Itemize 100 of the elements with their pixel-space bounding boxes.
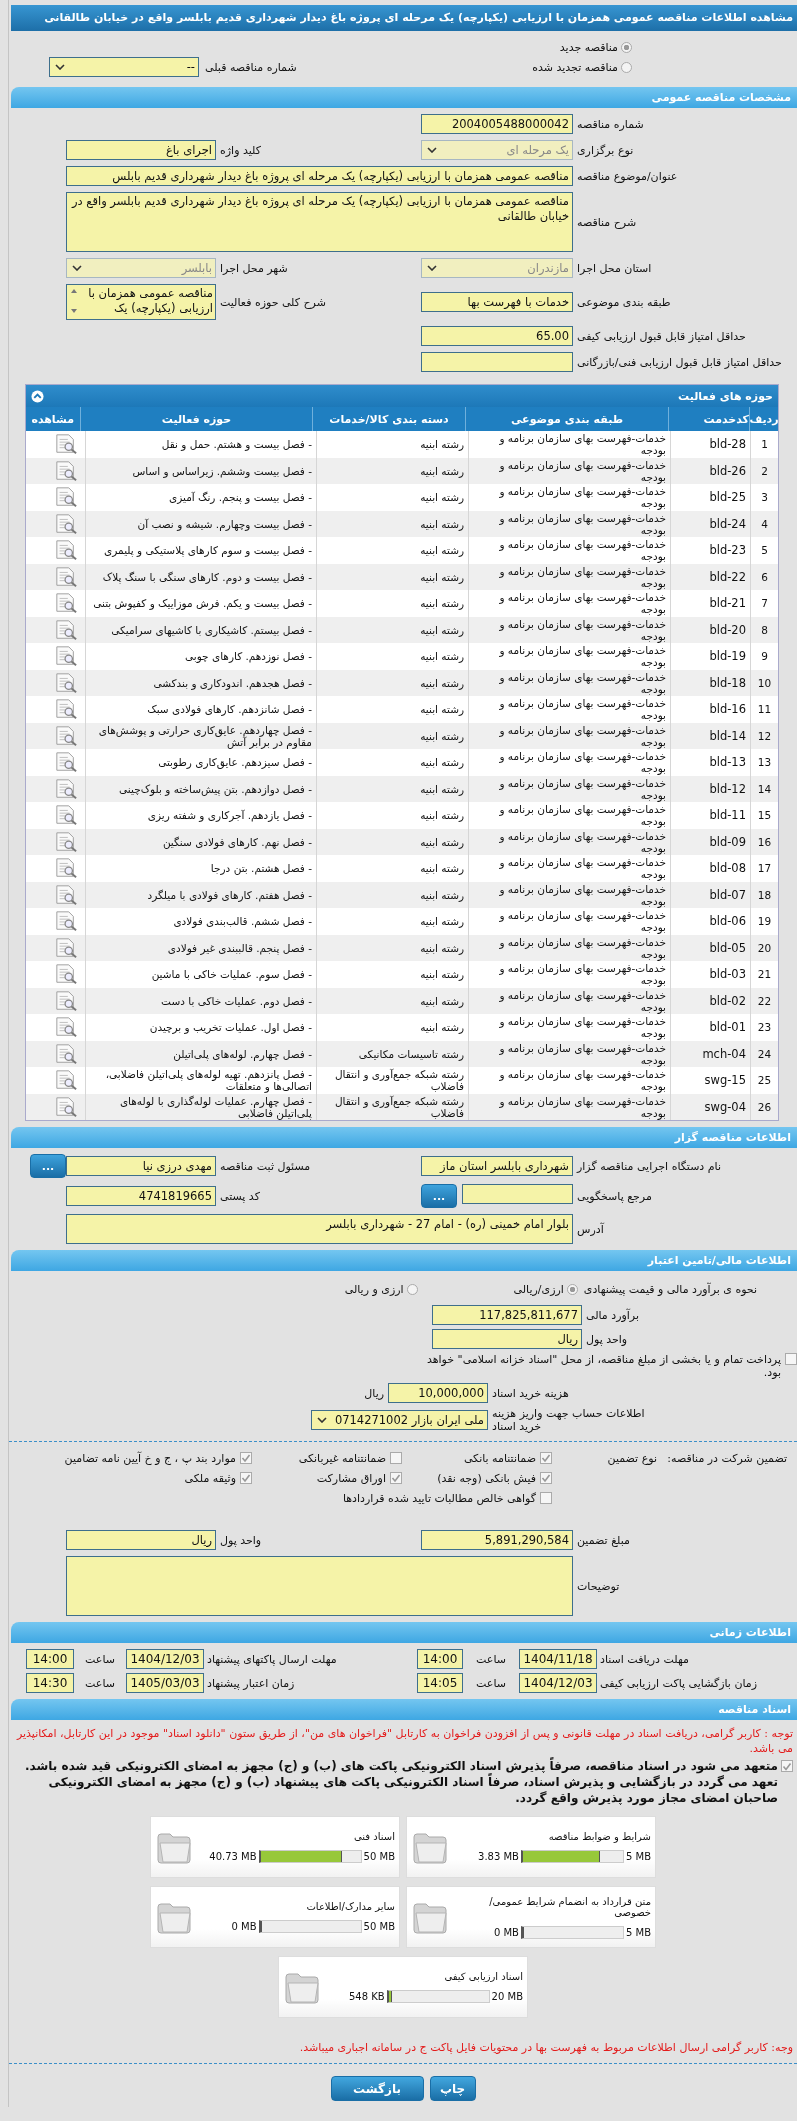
collapse-icon[interactable]: [31, 389, 44, 403]
text-field[interactable]: 65.00: [421, 326, 573, 346]
table-cell: bld-01: [670, 1014, 750, 1041]
time-field[interactable]: 14:00: [26, 1649, 74, 1669]
checkbox[interactable]: [540, 1492, 552, 1504]
radio-label: مناقصه جدید: [559, 40, 618, 54]
view-document-icon[interactable]: [53, 698, 79, 721]
view-document-icon[interactable]: [53, 989, 79, 1012]
table-cell: رشته ابنیه: [316, 537, 468, 564]
checkbox[interactable]: [540, 1472, 552, 1484]
text-field[interactable]: مهدی درزی نیا: [66, 1156, 216, 1176]
notice-text: توجه : کاربر گرامی، دریافت اسناد در مهلت قانونی و پس از افزودن فراخوان به کارتابل "فراخوان های من"، از طریق ستون "دانلود اسناد" موجود در این کارتابل، امکانپذیر می باشد.: [15, 1726, 793, 1756]
radio-button[interactable]: [621, 41, 632, 53]
checkbox[interactable]: [390, 1472, 402, 1484]
view-document-icon[interactable]: [53, 724, 79, 747]
table-cell: - فصل بیست و یکم. فرش موزاییک و کفپوش بتنی: [85, 590, 316, 617]
date-field[interactable]: 1404/12/03: [519, 1673, 597, 1693]
view-document-icon[interactable]: [53, 777, 79, 800]
text-field[interactable]: شهرداری بابلسر استان ماز: [421, 1156, 573, 1176]
document-name: سایر مدارک/اطلاعات: [305, 1901, 395, 1912]
view-document-icon[interactable]: [53, 592, 79, 615]
checkbox[interactable]: [781, 1760, 793, 1772]
browse-button[interactable]: ...: [421, 1184, 457, 1208]
print-button[interactable]: چاپ: [429, 2076, 476, 2101]
view-document-icon[interactable]: [53, 618, 79, 641]
table-cell: 26: [750, 1093, 778, 1120]
view-document-icon[interactable]: [53, 671, 79, 694]
view-document-icon[interactable]: [53, 645, 79, 668]
table-cell: 13: [750, 749, 778, 776]
view-document-icon[interactable]: [53, 830, 79, 853]
dropdown[interactable]: ملی ایران بازار 0714271002: [311, 1410, 488, 1430]
date-field[interactable]: 1405/03/03: [126, 1673, 204, 1693]
view-document-icon[interactable]: [53, 910, 79, 933]
size-limit: 50 MB: [363, 1851, 395, 1862]
text-field[interactable]: 5,891,290,584: [421, 1530, 573, 1550]
page-title: مشاهده اطلاعات مناقصه عمومی همزمان با ارزیابی (یکپارچه) یک مرحله ای پروژه باغ دیدار شهرداری قدیم بابلسر واقع در خیابان طالقانی: [11, 5, 797, 31]
back-button[interactable]: بازگشت: [330, 2076, 424, 2101]
checkbox[interactable]: [540, 1452, 552, 1464]
field-label: برآورد مالی: [585, 1308, 640, 1322]
view-document-icon[interactable]: [53, 565, 79, 588]
list-box[interactable]: مناقصه عمومی همزمان با ارزیابی (یکپارچه) یک: [66, 284, 216, 320]
size-used: 548 KB: [348, 1991, 385, 2002]
text-field[interactable]: 2004005488000042: [421, 114, 573, 134]
radio-button[interactable]: [621, 61, 632, 73]
view-document-icon[interactable]: [53, 1016, 79, 1039]
text-area[interactable]: بلوار امام خمینی (ره) - امام 27 - شهرداری بابلسر: [66, 1214, 573, 1244]
section-header: اسناد مناقصه: [11, 1699, 797, 1720]
field-label: شماره مناقصه قبلی: [205, 60, 297, 74]
text-field[interactable]: 10,000,000: [388, 1383, 488, 1403]
time-field[interactable]: 14:30: [26, 1673, 74, 1693]
view-document-icon[interactable]: [53, 751, 79, 774]
text-area[interactable]: [66, 1556, 573, 1616]
table-cell: bld-11: [670, 802, 750, 829]
text-field[interactable]: مناقصه عمومی همزمان با ارزیابی (یکپارچه) یک مرحله ای پروژه باغ دیدار شهرداری قدیم بابلس: [66, 166, 573, 186]
table-cell: رشته ابنیه: [316, 1014, 468, 1041]
view-document-icon[interactable]: [53, 936, 79, 959]
view-document-icon[interactable]: [53, 857, 79, 880]
view-document-icon[interactable]: [53, 883, 79, 906]
document-name: اسناد ارزیابی کیفی: [443, 1971, 523, 1982]
checkbox[interactable]: [390, 1452, 402, 1464]
table-cell: خدمات-فهرست بهای سازمان برنامه و بودجه: [468, 643, 670, 670]
text-field[interactable]: 117,825,811,677: [432, 1305, 582, 1325]
text-field[interactable]: [421, 352, 573, 372]
dropdown[interactable]: --: [49, 57, 199, 77]
view-document-icon[interactable]: [53, 1042, 79, 1065]
text-field[interactable]: ریال: [66, 1530, 216, 1550]
radio-button[interactable]: [566, 1283, 578, 1295]
browse-button[interactable]: ...: [30, 1154, 66, 1178]
checkbox[interactable]: [785, 1353, 797, 1365]
view-document-icon[interactable]: [53, 1069, 79, 1092]
table-cell: خدمات-فهرست بهای سازمان برنامه و بودجه: [468, 484, 670, 511]
checkbox[interactable]: [240, 1452, 252, 1464]
date-field[interactable]: 1404/11/18: [519, 1649, 597, 1669]
checkbox-label: وثیقه ملکی: [184, 1471, 236, 1485]
view-document-icon[interactable]: [53, 433, 79, 456]
view-document-icon[interactable]: [53, 512, 79, 535]
view-document-icon[interactable]: [53, 804, 79, 827]
text-field[interactable]: [462, 1184, 573, 1204]
field-label: ساعت: [475, 1676, 507, 1690]
time-field[interactable]: 14:05: [417, 1673, 463, 1693]
view-document-icon[interactable]: [53, 486, 79, 509]
text-field[interactable]: ریال: [432, 1329, 582, 1349]
field-label: نوع برگزاری: [576, 143, 635, 157]
field-label: شهر محل اجرا: [219, 261, 289, 275]
time-field[interactable]: 14:00: [417, 1649, 463, 1669]
size-limit: 5 MB: [625, 1926, 651, 1938]
view-document-icon[interactable]: [53, 459, 79, 482]
text-field[interactable]: خدمات با فهرست بها: [421, 292, 573, 312]
table-cell: خدمات-فهرست بهای سازمان برنامه و بودجه: [468, 1093, 670, 1120]
text-field[interactable]: 4741819665: [66, 1186, 216, 1206]
text-field[interactable]: اجرای باغ: [66, 140, 216, 160]
checkbox[interactable]: [240, 1472, 252, 1484]
text-area[interactable]: مناقصه عمومی همزمان با ارزیابی (یکپارچه) یک مرحله ای پروژه باغ دیدار شهرداری قدیم بابلسر واقع در خیابان طالقانی: [66, 192, 573, 252]
view-document-icon[interactable]: [53, 963, 79, 986]
radio-button[interactable]: [406, 1283, 418, 1295]
table-cell: 21: [750, 961, 778, 988]
radio-label: ارزی/ریالی: [513, 1282, 564, 1296]
date-field[interactable]: 1404/12/03: [126, 1649, 204, 1669]
view-document-icon[interactable]: [53, 1095, 79, 1118]
view-document-icon[interactable]: [53, 539, 79, 562]
